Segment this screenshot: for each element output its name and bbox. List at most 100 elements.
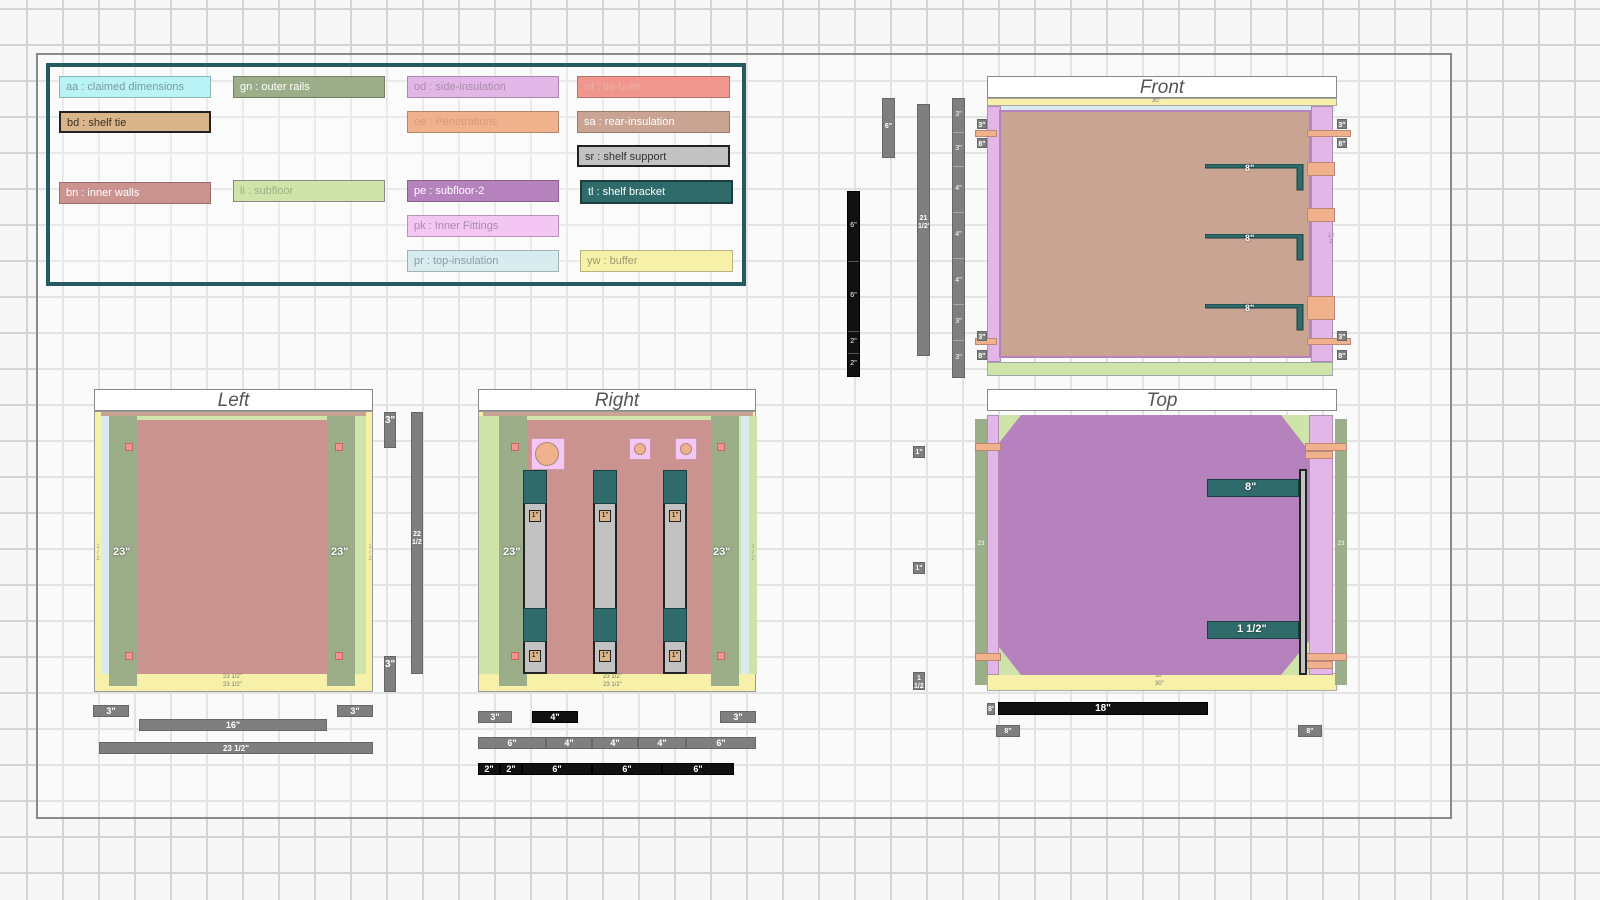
front-view: 30" 3" 8" 3" 8" 3" 8" 3" 8" 1 / 2 8" 8" … (975, 98, 1351, 378)
right-fitting-2: 1" (599, 510, 611, 522)
center-dim-v2-part-4: 2" (850, 360, 857, 367)
top-outer-rail-left (975, 419, 987, 685)
right-dim-r1-c: 3" (720, 711, 756, 723)
left-inner-walls (129, 420, 335, 674)
center-dim-v1: 6" (882, 98, 895, 158)
legend-item-side-insulation[interactable]: od : side-insulation (407, 76, 559, 98)
center-dim-v4-part-2: 3" (953, 133, 964, 167)
front-small-dim-r2: 8" (1337, 138, 1347, 148)
legend-item-top-insulation[interactable]: pr : top-insulation (407, 250, 559, 272)
front-small-dim-l1: 3" (977, 119, 987, 129)
right-dim-r3-a: 2" (478, 763, 500, 775)
right-dim-r1-a: 3" (478, 711, 512, 723)
right-claimed-strip (741, 416, 749, 674)
center-dim-v4-part-1: 3" (953, 99, 964, 133)
right-dim-r3-c: 6" (522, 763, 592, 775)
right-dim-r3-d: 6" (592, 763, 662, 775)
right-edge-text: 1 / 2 (751, 544, 755, 562)
left-view: 23" 23" 23 1/2" 23 1/2" 1 / 2 1 / 2 (94, 411, 373, 692)
top-bottom-dim-2: 30" (1155, 681, 1164, 687)
view-title-top: Top (987, 389, 1337, 411)
front-fitting-1 (1307, 162, 1335, 176)
front-fitting-2 (1307, 208, 1335, 222)
right-dim-r2-b: 4" (546, 737, 592, 749)
center-dim-v2-part-2: 6" (848, 262, 859, 332)
view-title-left: Left (94, 389, 373, 411)
top-shelf-support (1299, 469, 1307, 675)
legend-item-shelf-support[interactable]: sr : shelf support (577, 145, 730, 167)
right-penetration-2 (634, 443, 646, 455)
front-small-dim-r1: 3" (1337, 119, 1347, 129)
center-dim-v4: 3" 3" 4" 4" 4" 3" 3" (952, 98, 965, 378)
top-small-label-2: 8" (996, 725, 1020, 737)
center-small-dim-3: 1 1/2" (913, 672, 925, 690)
legend-item-buffer[interactable]: yw : buffer (580, 250, 733, 272)
left-bolt-3 (125, 652, 133, 660)
top-outer-rail-right (1335, 419, 1347, 685)
right-fitting-3: 1" (669, 510, 681, 522)
front-small-dim-l2: 8" (977, 138, 987, 148)
center-dim-v2: 6" 6" 2" 2" (847, 191, 860, 377)
right-fitting-1: 1" (529, 510, 541, 522)
front-subfloor (987, 362, 1333, 376)
center-dim-v4-part-7: 3" (955, 354, 962, 361)
top-bracket-label-1: 8" (1245, 481, 1257, 493)
right-fitting-4: 1" (529, 650, 541, 662)
right-bracket-3b (663, 608, 687, 642)
right-bracket-2b (593, 608, 617, 642)
center-dim-v3: 21 1/2" (917, 104, 930, 356)
left-bolt-2 (335, 443, 343, 451)
legend-item-outer-rails[interactable]: gn : outer rails (233, 76, 385, 98)
center-dim-v2-part-1: 6" (848, 192, 859, 262)
left-edge-text-2: 1 / 2 (368, 544, 372, 562)
top-tie-5 (1305, 653, 1347, 661)
right-view: 1" 1" 1" 1" 1" 1" 23" 23" 23 1/2" 23 1/2… (478, 411, 757, 692)
top-tie-3 (1305, 443, 1347, 451)
center-small-dim-2: 1" (913, 562, 925, 574)
legend-item-subfloor[interactable]: li : subfloor (233, 180, 385, 202)
legend-item-subfloor-2[interactable]: pe : subfloor-2 (407, 180, 559, 202)
front-small-dim-r3: 3" (1337, 331, 1347, 341)
left-dim-a: 3" (93, 705, 129, 717)
right-fitting-6: 1" (669, 650, 681, 662)
right-bottom-dim-2: 23 1/2" (603, 682, 622, 688)
front-small-dim-r4: 8" (1337, 350, 1347, 360)
legend-item-tie-bolts[interactable]: rd : tie-bolts (577, 76, 730, 98)
left-dim-c: 16" (139, 719, 327, 731)
center-dim-v4-part-3: 4" (953, 167, 964, 213)
center-dim-v4-part-4: 4" (953, 213, 964, 259)
front-tie-left-top (975, 130, 997, 137)
right-rail-label-2: 23" (713, 546, 731, 558)
right-bolt-3 (511, 652, 519, 660)
legend-item-inner-fittings[interactable]: pk : Inner Fittings (407, 215, 559, 237)
right-dim-r3-e: 6" (662, 763, 734, 775)
top-side-dim-right: 23 (1337, 541, 1345, 547)
legend-item-inner-walls[interactable]: bn : inner walls (59, 182, 211, 204)
legend-item-shelf-tie[interactable]: bd : shelf tie (59, 111, 211, 133)
legend-item-penetrations[interactable]: oe : Penetrations (407, 111, 559, 133)
front-small-dim-l4: 8" (977, 350, 987, 360)
left-side-dim-top: 3" (384, 412, 396, 448)
legend-item-shelf-bracket[interactable]: tl : shelf bracket (580, 180, 733, 204)
right-penetration-large (535, 442, 559, 466)
top-view: 30" 30" 8" 1 1/2" 23 23 (975, 411, 1347, 691)
left-rail-label-1: 23" (113, 546, 131, 558)
front-top-dim: 30" (1152, 98, 1161, 104)
left-bottom-dim-1: 23 1/2" (223, 674, 242, 680)
right-dim-r2-c: 4" (592, 737, 638, 749)
right-penetration-3 (680, 443, 692, 455)
front-small-dim-l3: 3" (977, 331, 987, 341)
center-dim-v2-part-3: 2" (848, 332, 859, 354)
right-rail-label-1: 23" (503, 546, 521, 558)
front-side-text: 1 / 2 (1327, 233, 1335, 245)
view-title-right: Right (478, 389, 756, 411)
front-bracket-label-3: 8" (1245, 303, 1255, 313)
top-tie-1 (975, 443, 1001, 451)
top-small-label-3: 8" (1298, 725, 1322, 737)
center-dim-v4-part-5: 4" (953, 259, 964, 305)
right-dim-r2-d: 4" (638, 737, 686, 749)
legend-item-claimed-dimensions[interactable]: aa : claimed dimensions (59, 76, 211, 98)
legend-item-rear-insulation[interactable]: sa : rear-insulation (577, 111, 730, 133)
front-bracket-1 (1205, 164, 1304, 191)
left-long-dim: 22 1/2" (411, 412, 423, 674)
